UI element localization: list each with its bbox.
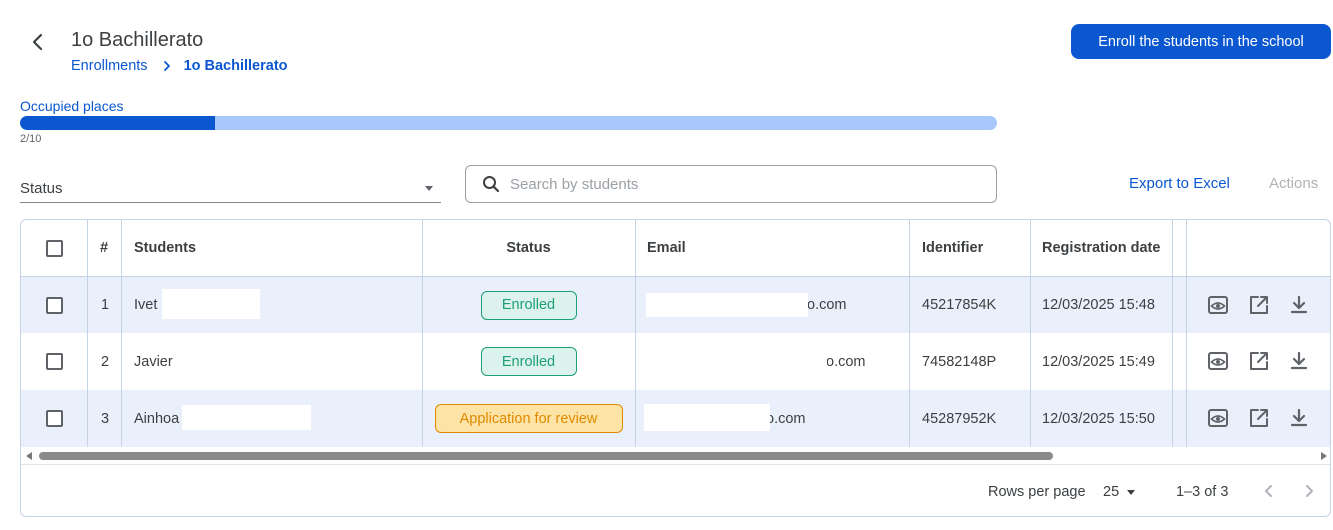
student-name: Javier: [134, 353, 173, 370]
column-divider: [87, 220, 88, 447]
row-checkbox[interactable]: [46, 410, 63, 427]
row-number: 1: [101, 297, 110, 313]
download-icon[interactable]: [1287, 406, 1311, 430]
preview-icon[interactable]: [1206, 349, 1230, 373]
redacted-surname: [182, 405, 311, 430]
table-row[interactable]: 2 Javier Enrolled o.com 74582148P 12/03/…: [21, 333, 1330, 390]
pagination-footer: Rows per page 25 1–3 of 3: [21, 464, 1330, 516]
page-title: 1o Bachillerato: [71, 29, 204, 51]
preview-icon[interactable]: [1206, 406, 1230, 430]
download-icon[interactable]: [1287, 349, 1311, 373]
table-row[interactable]: 3 Ainhoa Application for review o.com 45…: [21, 390, 1330, 447]
select-all-checkbox[interactable]: [46, 239, 63, 257]
horizontal-scrollbar[interactable]: [21, 448, 1330, 464]
column-header-registration-date[interactable]: Registration date: [1042, 220, 1160, 276]
preview-icon[interactable]: [1206, 293, 1230, 317]
search-box: [465, 165, 997, 203]
search-input[interactable]: [510, 175, 970, 193]
identifier-cell: 45287952K: [922, 410, 997, 427]
rows-per-page-value: 25: [1103, 484, 1120, 500]
occupied-places-count: 2/10: [20, 133, 42, 145]
student-name: Ivet: [134, 297, 158, 313]
status-badge: Application for review: [434, 404, 623, 433]
status-badge: Enrolled: [480, 347, 577, 376]
back-arrow-icon[interactable]: [26, 30, 50, 54]
occupied-places-label: Occupied places: [20, 98, 124, 114]
row-number: 2: [101, 353, 110, 370]
actions-button[interactable]: Actions: [1269, 175, 1318, 192]
student-name: Ainhoa: [134, 410, 180, 427]
open-in-new-icon[interactable]: [1247, 349, 1271, 373]
column-header-identifier[interactable]: Identifier: [922, 220, 983, 276]
column-header-email[interactable]: Email: [647, 220, 686, 276]
scroll-left-arrow-icon[interactable]: [26, 452, 32, 460]
column-divider: [121, 220, 122, 447]
chevron-right-icon: [163, 61, 170, 71]
search-icon: [483, 176, 500, 193]
redacted-surname: [162, 289, 260, 319]
open-in-new-icon[interactable]: [1247, 293, 1271, 317]
next-page-icon[interactable]: [1299, 481, 1319, 501]
table-header-row: # Students Status Email Identifier Regis…: [21, 220, 1330, 277]
export-excel-button[interactable]: Export to Excel: [1129, 175, 1230, 192]
email-cell: o.com: [766, 410, 806, 427]
occupancy-progress-fill: [20, 116, 216, 130]
column-header-status[interactable]: Status: [422, 220, 635, 276]
column-divider: [1186, 220, 1187, 447]
identifier-cell: 45217854K: [922, 297, 997, 313]
scroll-right-arrow-icon[interactable]: [1321, 452, 1327, 460]
breadcrumb: Enrollments 1o Bachillerato: [71, 58, 288, 74]
column-divider: [635, 220, 636, 447]
breadcrumb-enrollments-link[interactable]: Enrollments: [71, 58, 148, 74]
dropdown-arrow-icon: [1127, 489, 1136, 495]
row-checkbox[interactable]: [46, 296, 63, 314]
status-badge: Enrolled: [480, 290, 577, 320]
column-header-students[interactable]: Students: [134, 220, 196, 276]
status-filter-select[interactable]: Status: [20, 170, 441, 203]
pagination-range: 1–3 of 3: [1176, 484, 1229, 500]
open-in-new-icon[interactable]: [1247, 406, 1271, 430]
registration-date-cell: 12/03/2025 15:49: [1042, 353, 1155, 370]
redacted-email: [637, 349, 827, 373]
occupancy-progress-bar: [20, 116, 997, 130]
rows-per-page-label: Rows per page: [988, 484, 1086, 500]
status-filter-label: Status: [20, 180, 63, 197]
scrollbar-thumb[interactable]: [39, 452, 1053, 460]
download-icon[interactable]: [1287, 293, 1311, 317]
redacted-email: [646, 293, 808, 317]
email-cell: o.com: [826, 353, 866, 370]
email-cell: o.com: [807, 297, 847, 313]
previous-page-icon[interactable]: [1259, 481, 1279, 501]
rows-per-page-select[interactable]: 25: [1103, 484, 1136, 500]
redacted-email: [644, 404, 770, 431]
registration-date-cell: 12/03/2025 15:48: [1042, 297, 1155, 313]
row-number: 3: [101, 410, 110, 427]
identifier-cell: 74582148P: [922, 353, 997, 370]
breadcrumb-current: 1o Bachillerato: [183, 58, 288, 74]
registration-date-cell: 12/03/2025 15:50: [1042, 410, 1155, 427]
column-divider: [1030, 220, 1031, 447]
dropdown-arrow-icon: [425, 186, 433, 191]
column-divider: [1172, 220, 1173, 447]
enroll-students-button[interactable]: Enroll the students in the school: [1071, 24, 1331, 59]
column-divider: [909, 220, 910, 447]
students-table: # Students Status Email Identifier Regis…: [20, 219, 1331, 517]
table-row[interactable]: 1 Ivet Enrolled o.com 45217854K 12/03/20…: [21, 277, 1330, 333]
row-checkbox[interactable]: [46, 353, 63, 370]
column-header-number: #: [100, 240, 109, 256]
column-divider: [422, 220, 423, 447]
